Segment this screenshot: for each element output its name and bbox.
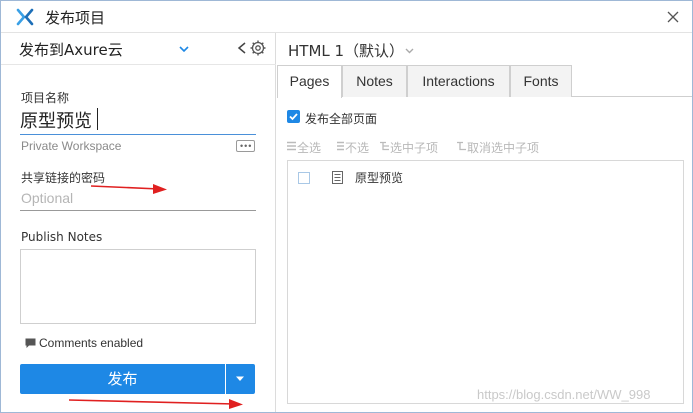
tree-uncheck-icon: [457, 141, 466, 151]
publish-target-header: 发布到Axure云: [1, 33, 276, 65]
axure-logo-icon: [16, 8, 34, 26]
tab-notes[interactable]: Notes: [342, 65, 407, 97]
format-select[interactable]: HTML 1（默认）: [288, 40, 404, 61]
publish-settings-panel: 发布到Axure云 项目名称 原型预览 Private Workspace ••…: [1, 33, 276, 412]
publish-notes-textarea[interactable]: [20, 249, 256, 324]
tab-interactions[interactable]: Interactions: [407, 65, 510, 97]
list-check-icon: [287, 141, 296, 151]
annotation-arrow-password: [91, 184, 167, 194]
chevron-down-icon[interactable]: [404, 45, 415, 56]
publish-options-panel: HTML 1（默认） Pages Notes Interactions Font…: [277, 33, 692, 412]
list-uncheck-icon: [337, 141, 344, 151]
list-item[interactable]: 原型预览: [288, 167, 683, 189]
project-name-label: 项目名称: [21, 91, 70, 105]
page-name: 原型预览: [355, 171, 404, 185]
project-name-value: 原型预览: [20, 111, 92, 132]
options-tabs: Pages Notes Interactions Fonts: [277, 65, 692, 98]
select-all-label: 全选: [297, 141, 322, 155]
deselect-children-label: 取消选中子项: [467, 141, 540, 155]
publish-dialog: 发布项目 发布到Axure云 项目名称 原型预览 Private Workspa…: [0, 0, 693, 413]
tab-fonts[interactable]: Fonts: [510, 65, 572, 97]
caret-down-icon: [236, 376, 244, 381]
title-bar: 发布项目: [1, 1, 692, 33]
comments-label: Comments enabled: [39, 336, 144, 350]
tab-pages[interactable]: Pages: [277, 65, 342, 98]
select-none-label: 不选: [345, 141, 370, 155]
window-title: 发布项目: [45, 9, 106, 27]
workspace-name: Private Workspace: [21, 139, 122, 153]
close-icon[interactable]: [662, 6, 684, 28]
workspace-more-button[interactable]: •••: [236, 140, 255, 152]
password-placeholder: Optional: [21, 190, 74, 206]
page-checkbox[interactable]: [298, 172, 310, 184]
annotation-arrow-publish: [69, 399, 243, 409]
tree-check-icon: [380, 141, 389, 151]
text-caret: [97, 108, 98, 130]
page-tree: 原型预览: [287, 160, 684, 404]
select-children-label: 选中子项: [390, 141, 439, 155]
watermark: https://blog.csdn.net/WW_998: [477, 387, 651, 402]
page-icon: [332, 171, 343, 184]
publish-button[interactable]: 发布: [20, 364, 225, 394]
publish-target-select[interactable]: 发布到Axure云: [19, 39, 123, 60]
project-name-input[interactable]: 原型预览: [20, 105, 256, 135]
publish-notes-label: Publish Notes: [21, 230, 103, 244]
chevron-down-icon[interactable]: [178, 43, 190, 55]
chevron-left-icon[interactable]: [236, 41, 248, 55]
publish-all-pages-label: 发布全部页面: [305, 112, 378, 126]
comment-icon: [25, 338, 36, 348]
checkbox-checked-icon: [287, 110, 300, 123]
ellipsis-icon: •••: [240, 141, 253, 151]
publish-options-button[interactable]: [226, 364, 255, 394]
gear-icon[interactable]: [249, 39, 267, 57]
